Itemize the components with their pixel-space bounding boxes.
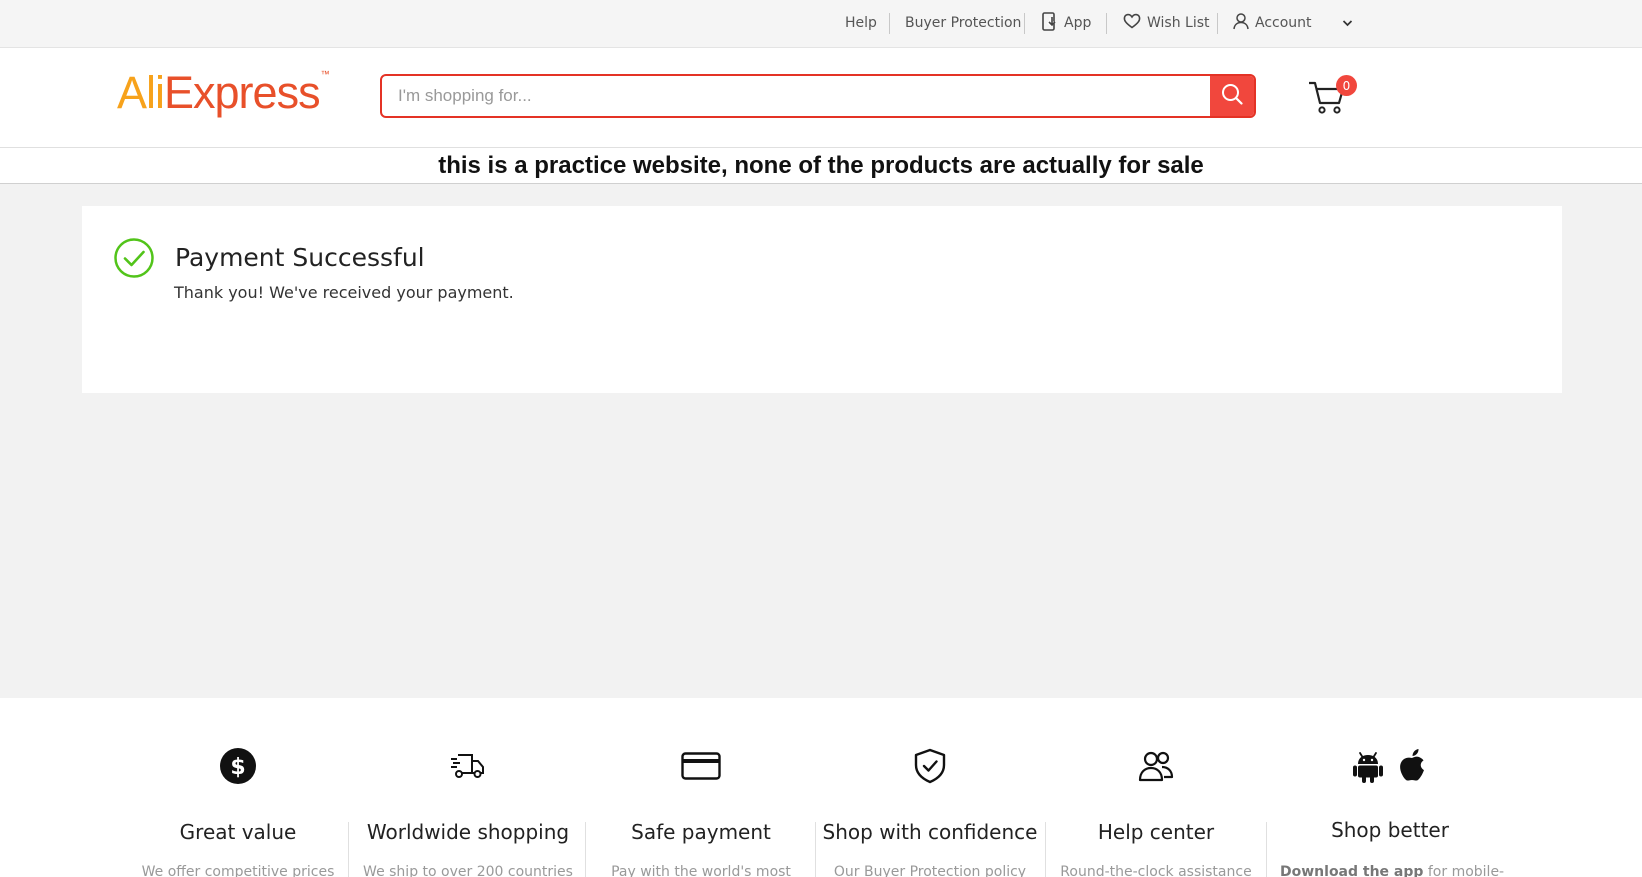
shield-check-icon xyxy=(913,748,947,788)
app-link[interactable]: App xyxy=(1042,11,1092,35)
search-icon xyxy=(1221,83,1243,109)
wish-list-label: Wish List xyxy=(1147,15,1210,31)
feature-title: Great value xyxy=(179,820,297,844)
cart-count-badge: 0 xyxy=(1336,75,1357,96)
feature-description-rest: for mobile- xyxy=(1423,864,1505,877)
download-app-link[interactable]: Download the app xyxy=(1280,864,1423,877)
aliexpress-logo[interactable]: AliExpress™ xyxy=(117,67,330,118)
logo-trademark: ™ xyxy=(320,69,330,79)
user-icon xyxy=(1233,12,1249,34)
feature-description: We ship to over 200 countries xyxy=(363,864,573,877)
divider xyxy=(585,822,586,877)
header: AliExpress™ 0 xyxy=(0,48,1642,148)
feature-title: Shop better xyxy=(1331,818,1449,842)
top-nav: Help Buyer Protection App Wish List Acco… xyxy=(0,0,1642,47)
divider xyxy=(348,822,349,877)
divider xyxy=(1106,13,1107,34)
help-link[interactable]: Help xyxy=(845,13,877,33)
top-bar: Help Buyer Protection App Wish List Acco… xyxy=(0,0,1642,48)
account-menu[interactable]: Account xyxy=(1233,12,1353,34)
phone-download-icon xyxy=(1042,11,1058,35)
search-bar xyxy=(380,74,1256,118)
help-label: Help xyxy=(845,15,877,31)
feature-description: Our Buyer Protection policy xyxy=(833,864,1027,877)
payment-status-card: Payment Successful Thank you! We've rece… xyxy=(82,206,1562,393)
features-footer: $ Great value We offer competitive price… xyxy=(0,698,1642,877)
buyer-protection-label: Buyer Protection xyxy=(905,15,1022,31)
feature-title: Worldwide shopping xyxy=(366,820,570,844)
logo-express-text: Express xyxy=(164,67,321,118)
payment-message: Thank you! We've received your payment. xyxy=(174,283,514,302)
feature-title: Help center xyxy=(1097,820,1215,844)
search-input[interactable] xyxy=(382,76,1210,116)
svg-text:$: $ xyxy=(230,755,245,780)
feature-title: Shop with confidence xyxy=(822,820,1038,844)
dollar-circle-icon: $ xyxy=(219,747,257,789)
feature-description: Pay with the world's most xyxy=(611,864,791,877)
divider xyxy=(889,13,890,34)
divider xyxy=(815,822,816,877)
delivery-truck-icon xyxy=(450,750,486,786)
cart-button[interactable]: 0 xyxy=(1308,75,1357,116)
logo-ali-text: Ali xyxy=(117,67,165,118)
heart-icon xyxy=(1123,13,1141,33)
feature-title: Safe payment xyxy=(631,820,771,844)
credit-card-icon xyxy=(681,752,721,784)
buyer-protection-link[interactable]: Buyer Protection xyxy=(905,13,1021,33)
divider xyxy=(1217,13,1218,34)
users-icon xyxy=(1138,749,1174,787)
feature-description: Round-the-clock assistance xyxy=(1060,864,1252,877)
feature-description: We offer competitive prices xyxy=(141,864,335,877)
app-label: App xyxy=(1064,15,1092,31)
payment-title: Payment Successful xyxy=(175,243,425,272)
wish-list-link[interactable]: Wish List xyxy=(1123,13,1210,33)
chevron-down-icon xyxy=(1342,15,1353,31)
divider xyxy=(1266,822,1267,877)
apple-icon[interactable] xyxy=(1397,748,1427,788)
android-icon[interactable] xyxy=(1353,749,1383,787)
account-label: Account xyxy=(1255,15,1312,31)
search-button[interactable] xyxy=(1210,76,1254,116)
divider xyxy=(1024,13,1025,34)
feature-description: Download the app for mobile- xyxy=(1280,864,1504,877)
success-check-icon xyxy=(114,238,154,278)
practice-notice: this is a practice website, none of the … xyxy=(0,148,1642,184)
